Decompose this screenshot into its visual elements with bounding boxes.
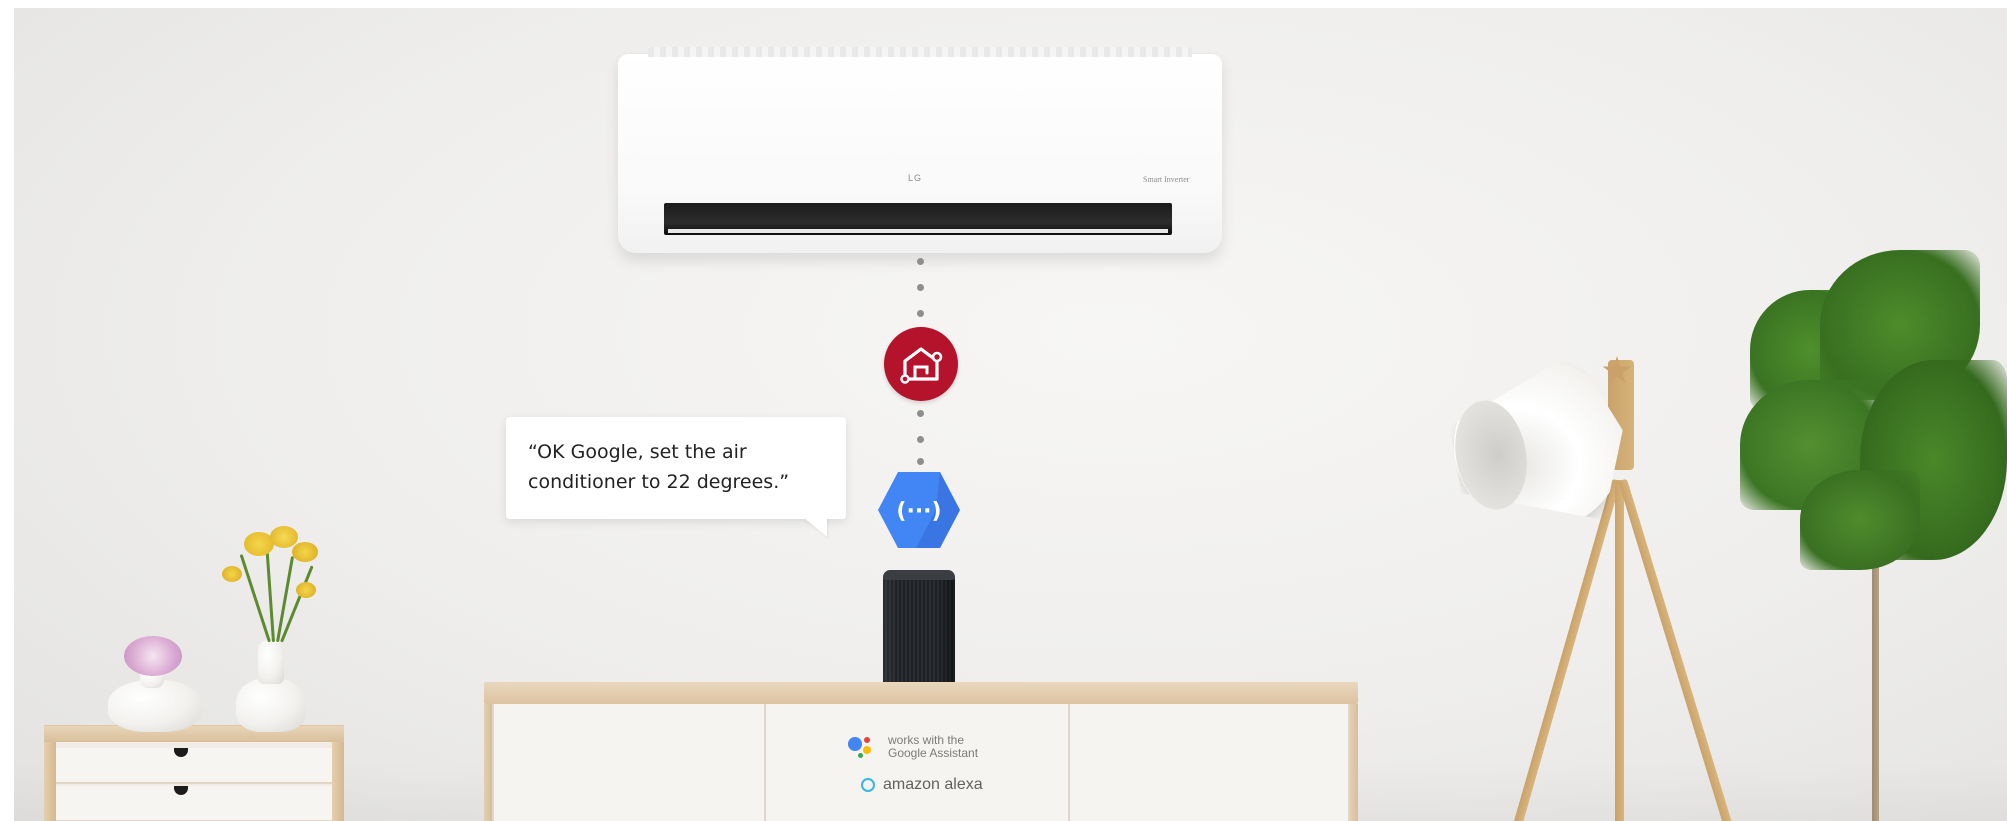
yellow-flower [222, 566, 242, 582]
connector-dot [917, 310, 924, 317]
tree-foliage [1800, 470, 1920, 570]
ac-vent [664, 203, 1172, 235]
yellow-flower [296, 582, 316, 598]
drawer-knob [174, 748, 188, 757]
scene: LG Smart Inverter (···) “OK Google, set … [0, 0, 2007, 821]
google-dot-blue [848, 737, 862, 751]
alexa-icon [861, 778, 875, 792]
sideboard-door-right [1068, 704, 1350, 821]
drawer-frame-right [332, 742, 344, 821]
yellow-flower [270, 526, 298, 548]
ac-top-grille [648, 47, 1192, 57]
works-with-google-assistant: works with the Google Assistant [888, 734, 1008, 760]
pink-flower [124, 636, 182, 676]
amazon-alexa-label: amazon alexa [883, 776, 983, 793]
yellow-flower [292, 542, 318, 562]
google-dot-yellow [863, 746, 871, 754]
drawer-knob [174, 786, 188, 795]
speech-bubble: “OK Google, set the air conditioner to 2… [506, 417, 846, 519]
ac-logo: LG [908, 173, 923, 183]
voice-command-text: “OK Google, set the air conditioner to 2… [528, 441, 790, 493]
drawer-table-top [44, 726, 344, 742]
smart-speaker [883, 570, 955, 696]
sideboard-top [484, 682, 1358, 704]
google-dot-red [864, 737, 870, 743]
ac-model-text: Smart Inverter [1143, 175, 1190, 184]
home-icon [884, 327, 958, 401]
vase-tall-neck [258, 640, 284, 684]
drawer-table [44, 726, 344, 821]
speech-bubble-tail [803, 517, 827, 537]
connector-dot [917, 284, 924, 291]
ac-louver [668, 229, 1168, 233]
sideboard-edge-left [484, 704, 492, 821]
connector-dot [917, 410, 924, 417]
drawer-frame-left [44, 742, 56, 821]
lamp-leg [1615, 480, 1624, 821]
air-conditioner: LG Smart Inverter [618, 47, 1222, 253]
connector-dot [917, 458, 924, 465]
svg-text:(···): (···) [896, 499, 941, 524]
speaker-top [883, 570, 955, 580]
google-dot-green [858, 753, 863, 758]
sideboard-door-left [492, 704, 776, 821]
connector-dot [917, 436, 924, 443]
actions-on-google-icon: (···) [876, 470, 962, 550]
works-with-line-2: Google Assistant [888, 746, 979, 760]
sideboard-edge-right [1350, 704, 1358, 821]
drawer-upper [56, 748, 332, 784]
drawer-lower [56, 786, 332, 821]
connector-dot [917, 258, 924, 265]
tree-trunk [1872, 530, 1879, 821]
vase-tall [236, 678, 306, 732]
